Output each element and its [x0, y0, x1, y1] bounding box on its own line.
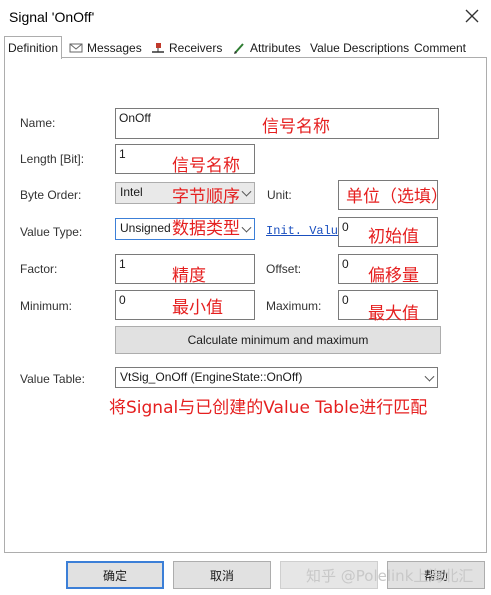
annotation-byte-order: 字节顺序 [172, 187, 240, 207]
value-table-select[interactable]: VtSig_OnOff (EngineState::OnOff) [115, 367, 438, 388]
value-table-value: VtSig_OnOff (EngineState::OnOff) [120, 370, 303, 384]
title-bar: Signal 'OnOff' [0, 0, 491, 34]
tab-messages-label: Messages [87, 40, 142, 55]
tab-comment-label: Comment [414, 40, 467, 55]
annotation-length: 信号名称 [172, 156, 240, 176]
annotation-factor: 精度 [172, 266, 206, 286]
maximum-label: Maximum: [266, 299, 322, 313]
tab-definition-label: Definition [8, 41, 59, 55]
node-icon [152, 42, 164, 53]
tab-comment[interactable]: Comment [411, 37, 469, 58]
envelope-icon [69, 43, 83, 52]
value-type-value: Unsigned [120, 221, 171, 235]
tab-value-descriptions-label: Value Descriptions [310, 40, 410, 55]
chevron-down-icon [241, 186, 252, 197]
value-table-label: Value Table: [20, 372, 85, 386]
tab-attributes-label: Attributes [250, 40, 301, 55]
annotation-offset: 偏移量 [368, 266, 419, 286]
name-label: Name: [20, 116, 56, 130]
tab-strip: Definition Messages Receivers Attributes… [0, 36, 491, 59]
tab-messages[interactable]: Messages [66, 37, 145, 58]
tab-receivers[interactable]: Receivers [148, 37, 225, 58]
chevron-down-icon [424, 371, 435, 382]
annotation-name: 信号名称 [262, 117, 330, 137]
init-value-link[interactable]: Init. Value [266, 224, 345, 238]
watermark: 知乎 @Polelink上海北汇 [306, 567, 474, 585]
factor-label: Factor: [20, 262, 58, 276]
calculate-min-max-button[interactable]: Calculate minimum and maximum [115, 326, 441, 354]
byte-order-value: Intel [120, 185, 143, 199]
annotation-value-type: 数据类型 [172, 219, 240, 239]
minimum-label: Minimum: [20, 299, 73, 313]
window-title: Signal 'OnOff' [9, 9, 95, 25]
unit-label: Unit: [267, 188, 292, 202]
annotation-minimum: 最小值 [172, 298, 223, 318]
annotation-value-table: 将Signal与已创建的Value Table进行匹配 [109, 398, 428, 418]
cancel-button[interactable]: 取消 [173, 561, 271, 589]
value-type-label: Value Type: [20, 225, 83, 239]
annotation-maximum: 最大值 [368, 304, 419, 324]
tab-receivers-label: Receivers [169, 40, 223, 55]
chevron-down-icon [241, 222, 252, 233]
annotation-unit: 单位（选填） [346, 187, 448, 207]
pencil-icon [234, 42, 244, 54]
tab-attributes[interactable]: Attributes [229, 37, 304, 58]
ok-button[interactable]: 确定 [66, 561, 164, 589]
tab-value-descriptions[interactable]: Value Descriptions [307, 37, 412, 58]
tab-definition[interactable]: Definition [4, 36, 63, 59]
byte-order-label: Byte Order: [20, 188, 82, 202]
annotation-init-value: 初始值 [368, 227, 419, 247]
length-label: Length [Bit]: [20, 152, 85, 166]
close-icon[interactable] [463, 7, 481, 25]
offset-label: Offset: [266, 262, 302, 276]
